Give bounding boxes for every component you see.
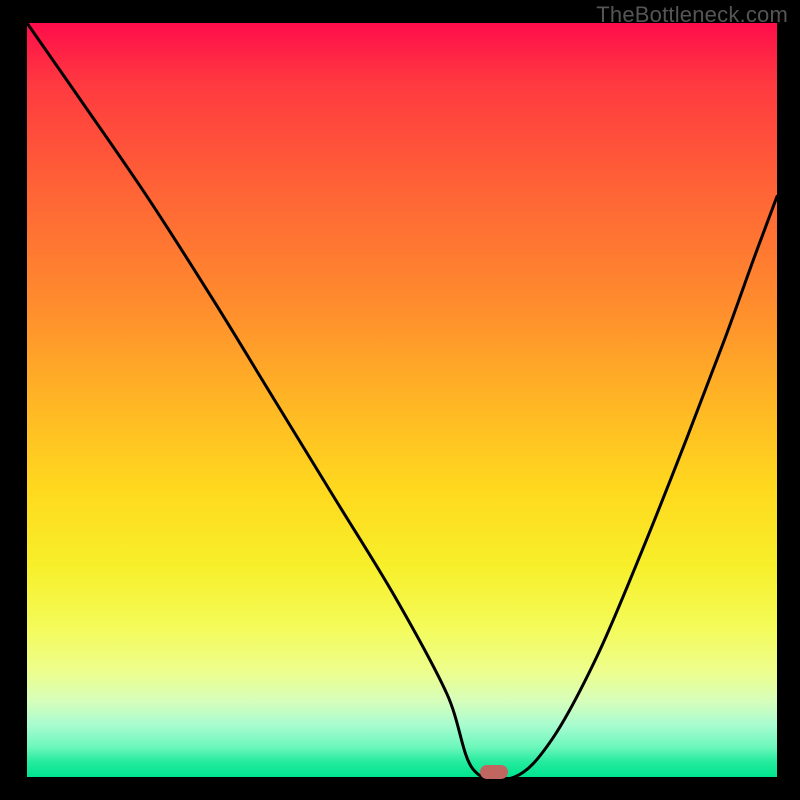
- optimum-marker: [480, 765, 508, 779]
- chart-frame: TheBottleneck.com: [0, 0, 800, 800]
- watermark-text: TheBottleneck.com: [596, 2, 788, 28]
- bottleneck-curve: [0, 0, 800, 800]
